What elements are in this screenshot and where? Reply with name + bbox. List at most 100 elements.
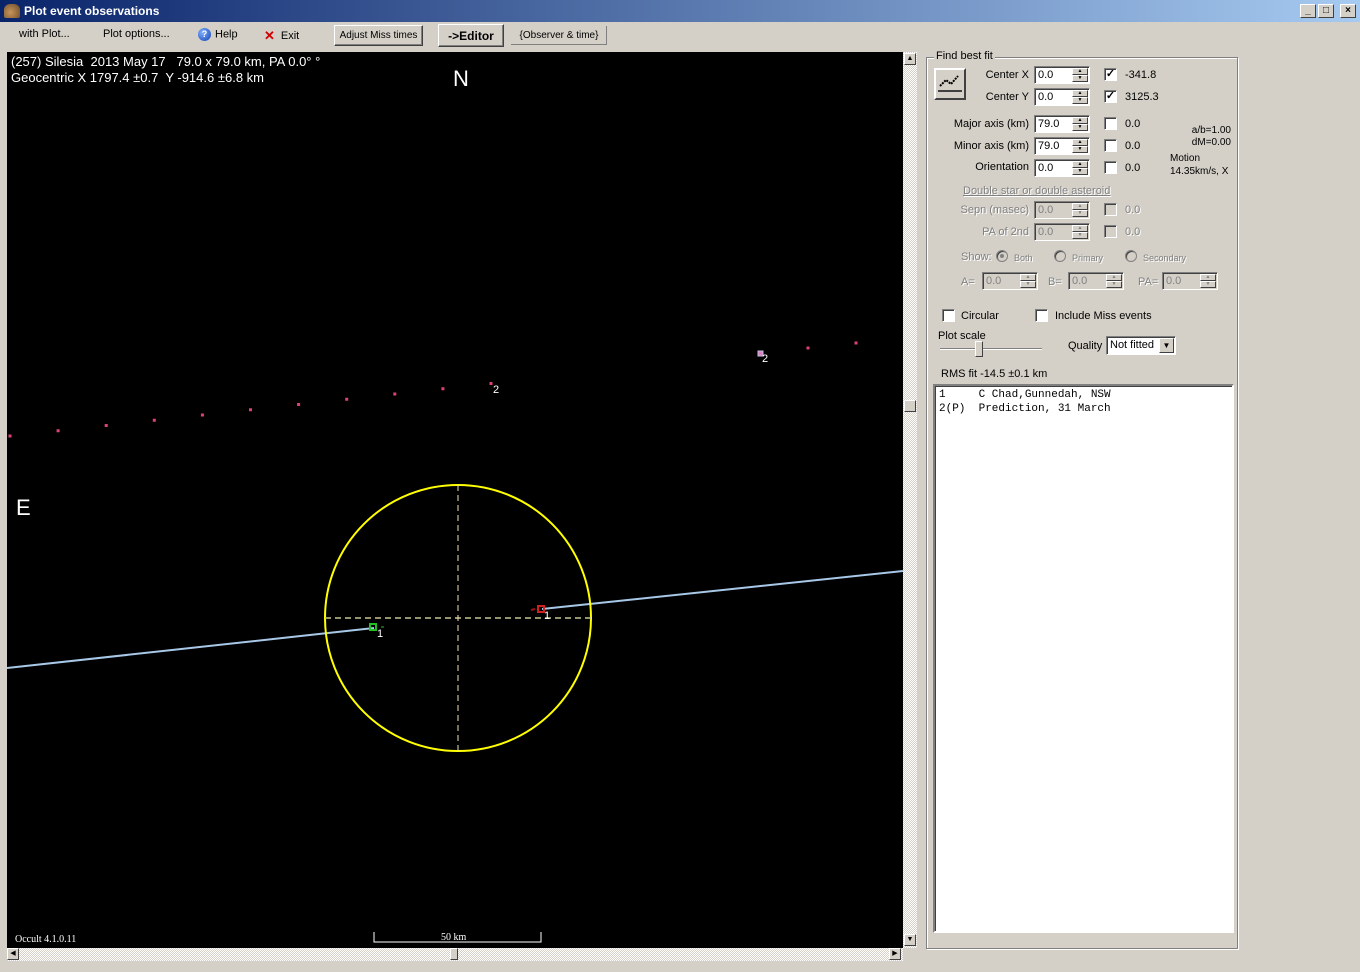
circular-label: Circular xyxy=(961,310,999,322)
app-icon xyxy=(4,4,20,18)
prediction-dot xyxy=(297,403,301,406)
b-label: B= xyxy=(1048,276,1062,288)
center-x-input[interactable]: 0.0 ▲ ▼ xyxy=(1034,66,1090,84)
pa-2nd-checkbox[interactable] xyxy=(1104,225,1117,238)
minor-axis-checkbox[interactable] xyxy=(1104,139,1117,152)
prediction-dot xyxy=(249,408,252,412)
vertical-scroll-thumb[interactable] xyxy=(904,400,916,412)
prediction-dot xyxy=(104,424,108,427)
pa-input[interactable]: 0.0 ▲ ▼ xyxy=(1162,272,1218,290)
dm-value: dM=0.00 xyxy=(1191,137,1231,148)
motion-value: 14.35km/s, X xyxy=(1170,166,1229,177)
a-label: A= xyxy=(961,276,975,288)
chord-line-left xyxy=(7,627,375,669)
maximize-button[interactable]: □ xyxy=(1318,4,1334,18)
include-miss-checkbox[interactable] xyxy=(1035,309,1048,322)
adjust-miss-times-button[interactable]: Adjust Miss times xyxy=(334,25,423,46)
show-both-radio[interactable] xyxy=(996,250,1008,262)
prediction-dot xyxy=(8,434,12,438)
north-label: N xyxy=(453,66,469,91)
east-label: E xyxy=(16,495,31,520)
chevron-down-icon[interactable]: ▼ xyxy=(1159,338,1174,353)
orientation-checkbox[interactable] xyxy=(1104,161,1117,174)
minor-axis-result: 0.0 xyxy=(1125,140,1141,152)
show-primary-radio[interactable] xyxy=(1054,250,1066,262)
show-secondary-label: Secondary xyxy=(1143,253,1187,263)
help-label: Help xyxy=(215,28,238,41)
major-axis-input[interactable]: 79.0 ▲ ▼ xyxy=(1034,115,1090,133)
center-y-checkbox[interactable]: ✓ xyxy=(1104,90,1117,103)
prediction-dot xyxy=(345,397,349,401)
plot-vertical-scrollbar[interactable]: ▲ ▼ xyxy=(903,52,917,948)
editor-button[interactable]: ->Editor xyxy=(438,24,504,47)
motion-label: Motion xyxy=(1170,153,1201,164)
plot-canvas[interactable]: (257) Silesia 2013 May 17 79.0 x 79.0 km… xyxy=(7,52,903,948)
observer-time-button[interactable]: {Observer & time} xyxy=(510,25,608,46)
exit-x-icon: ✕ xyxy=(264,28,275,43)
center-x-checkbox[interactable]: ✓ xyxy=(1104,68,1117,81)
sepn-checkbox[interactable] xyxy=(1104,203,1117,216)
version-label: Occult 4.1.0.11 xyxy=(15,934,77,945)
major-axis-label: Major axis (km) xyxy=(953,118,1029,130)
center-y-label: Center Y xyxy=(985,91,1029,103)
observer-listbox[interactable]: 1 C Chad,Gunnedah, NSW 2(P) Prediction, … xyxy=(933,384,1234,933)
sepn-input[interactable]: 0.0 ▲ ▼ xyxy=(1034,201,1090,219)
title-bar: Plot event observations _ □ × xyxy=(0,0,1360,22)
plot-horizontal-scrollbar[interactable]: ◀ ▶ xyxy=(7,948,903,961)
circular-checkbox[interactable] xyxy=(942,309,955,322)
horizontal-scroll-thumb[interactable] xyxy=(450,948,458,960)
reappear-tick xyxy=(530,608,536,611)
pa-2nd-label: PA of 2nd xyxy=(982,226,1029,238)
menu-plot-options[interactable]: Plot options... xyxy=(103,28,170,40)
observer-list-item[interactable]: 2(P) Prediction, 31 March xyxy=(939,403,1232,417)
minimize-button[interactable]: _ xyxy=(1300,4,1316,18)
close-button[interactable]: × xyxy=(1340,4,1356,18)
show-secondary-radio[interactable] xyxy=(1125,250,1137,262)
minor-axis-input[interactable]: 79.0 ▲ ▼ xyxy=(1034,137,1090,155)
plot-graphics xyxy=(7,341,903,943)
show-primary-label: Primary xyxy=(1072,253,1103,263)
major-axis-checkbox[interactable] xyxy=(1104,117,1117,130)
scroll-right-button[interactable]: ▶ xyxy=(889,948,901,960)
include-miss-label: Include Miss events xyxy=(1055,310,1152,322)
scroll-up-button[interactable]: ▲ xyxy=(904,53,916,65)
rms-fit-label: RMS fit -14.5 ±0.1 km xyxy=(941,368,1048,380)
center-y-input[interactable]: 0.0 ▲ ▼ xyxy=(1034,88,1090,106)
show-label: Show: xyxy=(961,251,992,263)
center-x-label: Center X xyxy=(985,69,1029,81)
scroll-down-button[interactable]: ▼ xyxy=(904,934,916,946)
menu-with-plot[interactable]: with Plot... xyxy=(19,28,70,40)
orientation-label: Orientation xyxy=(975,161,1029,173)
window-title: Plot event observations xyxy=(24,4,160,18)
pa-label: PA= xyxy=(1138,276,1159,288)
center-y-result: 3125.3 xyxy=(1125,91,1159,103)
plot-scale-slider-thumb[interactable] xyxy=(975,341,983,357)
prediction-dot xyxy=(393,392,397,396)
major-axis-result: 0.0 xyxy=(1125,118,1141,130)
scroll-left-button[interactable]: ◀ xyxy=(7,948,19,960)
plot-scale-slider-track[interactable] xyxy=(940,348,1042,350)
observer-list-item[interactable]: 1 C Chad,Gunnedah, NSW xyxy=(939,389,1232,403)
menu-help[interactable]: ? Help xyxy=(198,28,238,41)
prediction-dot xyxy=(441,387,445,391)
disappear-marker[interactable] xyxy=(369,623,377,631)
prediction-path xyxy=(8,341,858,438)
orientation-result: 0.0 xyxy=(1125,162,1141,174)
quality-select[interactable]: Not fitted ▼ xyxy=(1106,336,1176,355)
a-input[interactable]: 0.0 ▲ ▼ xyxy=(982,272,1038,290)
sepn-label: Sepn (masec) xyxy=(960,204,1029,216)
center-x-result: -341.8 xyxy=(1125,69,1157,81)
menu-exit[interactable]: ✕ Exit xyxy=(264,28,299,44)
show-both-label: Both xyxy=(1014,253,1033,263)
find-best-fit-title: Find best fit xyxy=(934,50,995,62)
orientation-input[interactable]: 0.0 ▲ ▼ xyxy=(1034,159,1090,177)
help-icon: ? xyxy=(198,28,211,41)
sepn-result: 0.0 xyxy=(1125,204,1141,216)
pa-2nd-input[interactable]: 0.0 ▲ ▼ xyxy=(1034,223,1090,241)
pa-2nd-result: 0.0 xyxy=(1125,226,1141,238)
menu-bar: with Plot... Plot options... ? Help ✕ Exit… xyxy=(0,22,1360,48)
exit-label: Exit xyxy=(280,29,300,42)
b-input[interactable]: 0.0 ▲ ▼ xyxy=(1068,272,1124,290)
plot-header-line2: Geocentric X 1797.4 ±0.7 Y -914.6 ±6.8 k… xyxy=(11,70,264,85)
ab-ratio: a/b=1.00 xyxy=(1191,125,1231,136)
